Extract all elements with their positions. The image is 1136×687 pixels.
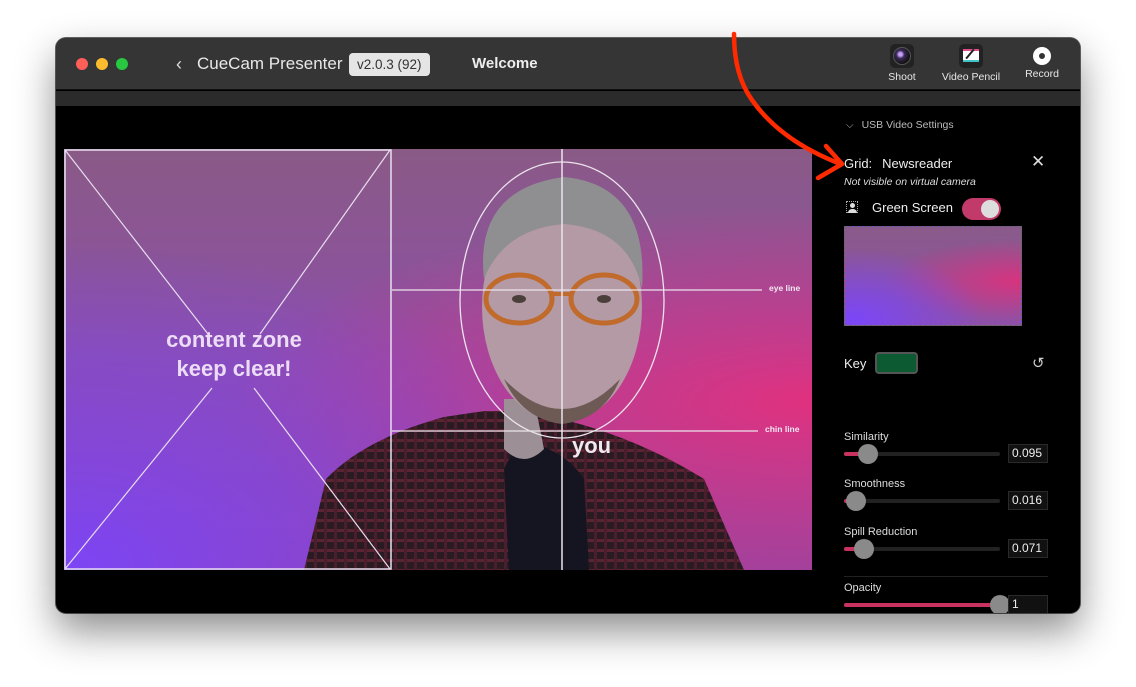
spill-reduction-slider-row: Spill Reduction 0.071 xyxy=(844,526,1054,566)
slider-fill xyxy=(844,603,1000,607)
green-screen-toggle[interactable] xyxy=(962,198,1001,220)
person-icon xyxy=(846,201,858,213)
key-label: Key xyxy=(844,356,867,371)
key-row: Key ↺ xyxy=(844,352,1054,376)
opacity-slider-row: Opacity 1 xyxy=(844,582,1054,613)
camera-lens-icon xyxy=(890,44,914,68)
usb-video-settings-label: USB Video Settings xyxy=(861,119,954,131)
smoothness-slider-row: Smoothness 0.016 xyxy=(844,478,1054,518)
grid-note: Not visible on virtual camera xyxy=(844,176,976,188)
app-title: CueCam Presenter xyxy=(197,54,343,73)
video-pencil-icon xyxy=(959,44,983,68)
similarity-slider[interactable] xyxy=(844,444,1000,464)
similarity-slider-row: Similarity 0.095 xyxy=(844,431,1054,471)
chevron-left-icon[interactable]: ‹ xyxy=(176,54,182,74)
you-label: you xyxy=(572,433,612,458)
slider-thumb[interactable] xyxy=(846,491,867,511)
chin-line-label: chin line xyxy=(765,424,800,434)
screenshot-stage: ‹ CueCam Presenter v2.0.3 (92) Welcome S… xyxy=(0,0,1136,687)
app-window: ‹ CueCam Presenter v2.0.3 (92) Welcome S… xyxy=(56,38,1080,613)
shoot-button[interactable]: Shoot xyxy=(882,44,922,83)
green-screen-row: Green Screen xyxy=(846,198,1046,220)
chevron-down-icon: ⌵ xyxy=(846,120,854,131)
minimize-window-button[interactable] xyxy=(96,58,108,70)
close-window-button[interactable] xyxy=(76,58,88,70)
record-button[interactable]: Record xyxy=(1018,44,1066,80)
camera-preview[interactable]: content zone keep clear! eye line chin l… xyxy=(64,149,812,570)
green-screen-label: Green Screen xyxy=(872,200,953,215)
spill-reduction-value-field[interactable]: 0.071 xyxy=(1008,539,1048,558)
content-zone-diagonal xyxy=(64,387,213,570)
content-zone-line-2: keep clear! xyxy=(176,356,292,381)
smoothness-value-field[interactable]: 0.016 xyxy=(1008,491,1048,510)
section-divider xyxy=(844,576,1048,577)
smoothness-label: Smoothness xyxy=(844,478,906,490)
opacity-label: Opacity xyxy=(844,582,882,594)
zoom-window-button[interactable] xyxy=(116,58,128,70)
title-bar: ‹ CueCam Presenter v2.0.3 (92) Welcome S… xyxy=(56,38,1080,90)
record-icon xyxy=(1033,47,1051,65)
eye-line-label: eye line xyxy=(769,283,801,293)
close-icon[interactable]: ✕ xyxy=(1031,153,1045,171)
similarity-value-field[interactable]: 0.095 xyxy=(1008,444,1048,463)
smoothness-slider[interactable] xyxy=(844,491,1000,511)
slider-thumb[interactable] xyxy=(854,539,875,559)
settings-sidebar: ⌵ USB Video Settings Grid: Newsreader ✕ No… xyxy=(816,106,1080,613)
key-color-swatch[interactable] xyxy=(875,352,918,374)
content-zone-diagonal xyxy=(64,149,209,335)
content-zone-label: content zone keep clear! xyxy=(124,325,344,383)
reset-icon[interactable]: ↺ xyxy=(1032,354,1045,372)
key-preview-thumbnail xyxy=(844,226,1022,326)
video-pencil-label: Video Pencil xyxy=(941,71,1001,83)
content-zone-diagonal xyxy=(253,387,391,570)
opacity-value-field[interactable]: 1 xyxy=(1008,595,1048,613)
toggle-knob xyxy=(981,200,999,218)
shoot-label: Shoot xyxy=(888,71,916,83)
spill-reduction-label: Spill Reduction xyxy=(844,526,918,538)
version-badge: v2.0.3 (92) xyxy=(349,53,430,76)
spill-reduction-slider[interactable] xyxy=(844,539,1000,559)
opacity-slider[interactable] xyxy=(844,595,1010,613)
section-title-welcome[interactable]: Welcome xyxy=(472,55,538,73)
video-pencil-button[interactable]: Video Pencil xyxy=(936,44,1006,83)
grid-selector[interactable]: Grid: Newsreader xyxy=(844,156,952,171)
tab-strip xyxy=(56,91,1080,106)
grid-label: Grid: xyxy=(844,156,873,171)
usb-video-settings-toggle[interactable]: ⌵ USB Video Settings xyxy=(846,119,954,131)
slider-thumb[interactable] xyxy=(990,595,1010,613)
record-label: Record xyxy=(1025,68,1059,80)
similarity-label: Similarity xyxy=(844,431,889,443)
content-zone-line-1: content zone xyxy=(166,327,302,352)
slider-thumb[interactable] xyxy=(857,444,878,464)
grid-value: Newsreader xyxy=(882,156,953,171)
content-zone-diagonal xyxy=(259,149,391,335)
